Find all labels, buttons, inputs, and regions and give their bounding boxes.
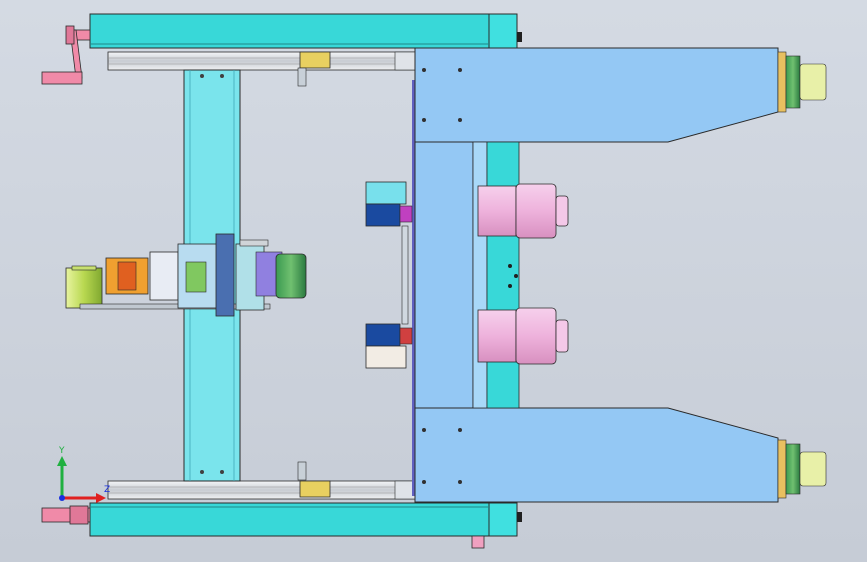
lower-motor[interactable] [477, 307, 569, 365]
bottom-frame-beam[interactable] [89, 502, 522, 549]
cad-viewport[interactable]: Y Z [0, 0, 867, 562]
carriage-tool-head[interactable] [65, 233, 307, 317]
triad-z-label: Z [104, 485, 110, 495]
lower-sensor-block[interactable] [365, 323, 413, 369]
cyan-spine[interactable] [486, 141, 520, 409]
bottom-right-roller[interactable] [777, 439, 827, 499]
triad-y-label: Y [58, 446, 65, 456]
top-linear-rail[interactable] [107, 51, 416, 87]
upper-sensor-block[interactable] [365, 181, 413, 227]
top-hand-crank[interactable] [41, 25, 91, 85]
guide-rod [401, 225, 409, 325]
right-mounting-plate[interactable] [412, 47, 779, 503]
bottom-hand-crank[interactable] [41, 505, 91, 525]
bottom-linear-rail[interactable] [107, 461, 416, 500]
orientation-triad[interactable]: Y Z [57, 446, 110, 503]
assembly-drawing[interactable]: Y Z [0, 0, 867, 562]
upper-motor[interactable] [477, 183, 569, 239]
top-right-roller[interactable] [777, 51, 827, 113]
top-frame-beam[interactable] [89, 13, 522, 49]
